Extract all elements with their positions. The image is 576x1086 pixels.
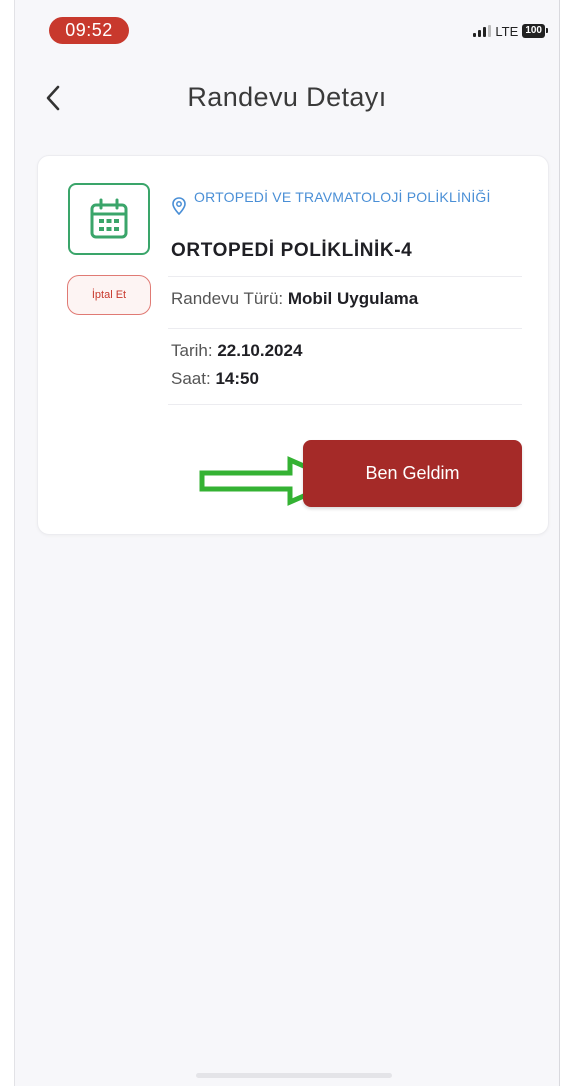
appointment-date-label: Tarih: (171, 341, 213, 360)
appointment-time-label: Saat: (171, 369, 211, 388)
appointment-type-value: Mobil Uygulama (287, 289, 419, 308)
status-indicators: LTE 100 (473, 21, 548, 41)
appointment-time-value: 14:50 (215, 369, 259, 388)
calendar-icon (90, 198, 128, 239)
unit-name: ORTOPEDİ POLİKLİNİK-4 (171, 240, 413, 261)
phone-screen: 09:52 LTE 100 Randevu Detayı İptal Et OR… (14, 0, 560, 1086)
calendar-icon-box (68, 183, 150, 255)
signal-icon (473, 25, 492, 37)
appointment-date-value: 22.10.2024 (217, 341, 303, 360)
appointment-type-row: Randevu Türü: Mobil Uygulama (171, 289, 418, 309)
map-pin-icon (172, 197, 186, 215)
network-label: LTE (495, 23, 519, 39)
appointment-time-row: Saat: 14:50 (171, 369, 259, 389)
divider (168, 328, 522, 329)
page-title: Randevu Detayı (187, 82, 387, 112)
home-indicator[interactable] (196, 1073, 392, 1078)
appointment-type-label: Randevu Türü: (171, 289, 284, 308)
divider (168, 276, 522, 277)
status-time: 09:52 (49, 17, 129, 44)
checkin-button[interactable]: Ben Geldim (303, 440, 522, 507)
divider (168, 404, 522, 405)
appointment-card: İptal Et ORTOPEDİ VE TRAVMATOLOJİ POLİKL… (37, 155, 549, 535)
battery-icon: 100 (522, 24, 548, 38)
clinic-name: ORTOPEDİ VE TRAVMATOLOJİ POLİKLİNİĞİ (194, 189, 491, 205)
appointment-date-row: Tarih: 22.10.2024 (171, 341, 302, 361)
cancel-appointment-button[interactable]: İptal Et (67, 275, 151, 315)
